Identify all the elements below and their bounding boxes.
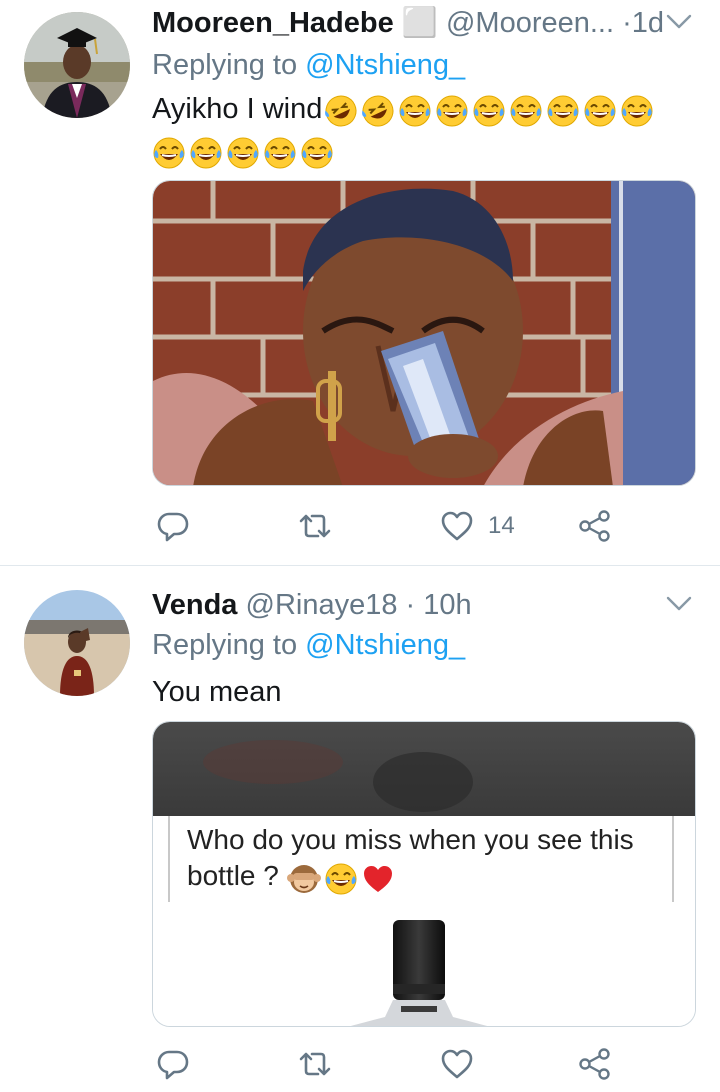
display-name[interactable]: Venda <box>152 589 237 621</box>
tweet-body: You mean <box>152 676 282 708</box>
separator-dot: · <box>405 589 416 621</box>
chevron-down-icon[interactable] <box>666 596 692 612</box>
rofl-emoji <box>324 94 358 128</box>
tweet-image[interactable] <box>152 180 696 486</box>
share-button[interactable] <box>578 1044 612 1084</box>
like-icon <box>441 511 473 541</box>
avatar[interactable] <box>24 590 130 696</box>
retweet-button[interactable] <box>298 1044 332 1084</box>
joy-emoji <box>263 136 297 170</box>
joy-emoji <box>509 94 543 128</box>
share-icon <box>579 1048 610 1080</box>
replying-to: Replying to @Ntshieng_ <box>152 628 465 662</box>
username[interactable]: @Rinaye18 <box>246 589 398 621</box>
joy-emoji <box>226 136 260 170</box>
like-button[interactable] <box>440 1044 474 1084</box>
tweet-text: Ayikho I wind <box>152 88 692 171</box>
joy-emoji <box>620 94 654 128</box>
emoji-group <box>324 89 657 129</box>
joy-emoji <box>189 136 223 170</box>
replying-to-label: Replying to <box>152 629 306 661</box>
mention-link[interactable]: @Ntshieng_ <box>305 629 465 661</box>
tweet-header: Mooreen_Hadebe ⬜ @Mooreen... ·1d <box>152 6 664 40</box>
reply-icon <box>157 512 189 542</box>
reply-icon <box>157 1050 189 1080</box>
like-button[interactable]: 14 <box>440 506 515 546</box>
emoji-group <box>286 859 398 896</box>
tweet-actions <box>152 1044 622 1084</box>
timestamp[interactable]: 10h <box>423 589 471 621</box>
tweet[interactable]: Venda @Rinaye18 · 10h Replying to @Ntshi… <box>0 566 720 1092</box>
reply-button[interactable] <box>156 1044 190 1084</box>
joy-emoji <box>152 136 186 170</box>
like-icon <box>441 1049 473 1079</box>
joy-emoji <box>435 94 469 128</box>
rofl-emoji <box>361 94 395 128</box>
timestamp[interactable]: 1d <box>632 7 664 39</box>
media-caption-line-2: bottle ? <box>187 858 667 896</box>
tweet-image[interactable]: Who do you miss when you see this bottle… <box>152 721 696 1027</box>
separator-dot: · <box>622 7 632 39</box>
see-no-evil-monkey-emoji <box>286 862 321 896</box>
retweet-icon <box>299 514 331 538</box>
emoji-group <box>152 131 692 171</box>
joy-emoji <box>583 94 617 128</box>
joy-emoji <box>472 94 506 128</box>
red-heart-emoji <box>361 862 395 896</box>
replying-to: Replying to @Ntshieng_ <box>152 48 465 82</box>
media-caption-text: bottle ? <box>187 860 279 891</box>
tweet-text: You mean <box>152 672 692 712</box>
joy-emoji <box>324 862 358 896</box>
share-icon <box>579 510 610 542</box>
avatar[interactable] <box>24 12 130 118</box>
tweet[interactable]: Mooreen_Hadebe ⬜ @Mooreen... ·1d Replyin… <box>0 0 720 565</box>
tweet-body: Ayikho I wind <box>152 93 323 126</box>
share-button[interactable] <box>578 506 612 546</box>
replying-to-label: Replying to <box>152 49 306 81</box>
tweet-header: Venda @Rinaye18 · 10h <box>152 588 472 622</box>
username[interactable]: @Mooreen... <box>446 7 614 39</box>
tweet-actions: 14 <box>152 506 622 546</box>
retweet-button[interactable] <box>298 506 332 546</box>
retweet-icon <box>299 1052 331 1076</box>
joy-emoji <box>300 136 334 170</box>
like-count: 14 <box>488 512 515 539</box>
display-name[interactable]: Mooreen_Hadebe ⬜ <box>152 7 438 39</box>
chevron-down-icon[interactable] <box>666 14 692 30</box>
reply-button[interactable] <box>156 506 190 546</box>
mention-link[interactable]: @Ntshieng_ <box>305 49 465 81</box>
media-caption: Who do you miss when you see this bottle… <box>187 822 667 896</box>
media-caption-line: Who do you miss when you see this <box>187 824 634 855</box>
joy-emoji <box>398 94 432 128</box>
joy-emoji <box>546 94 580 128</box>
